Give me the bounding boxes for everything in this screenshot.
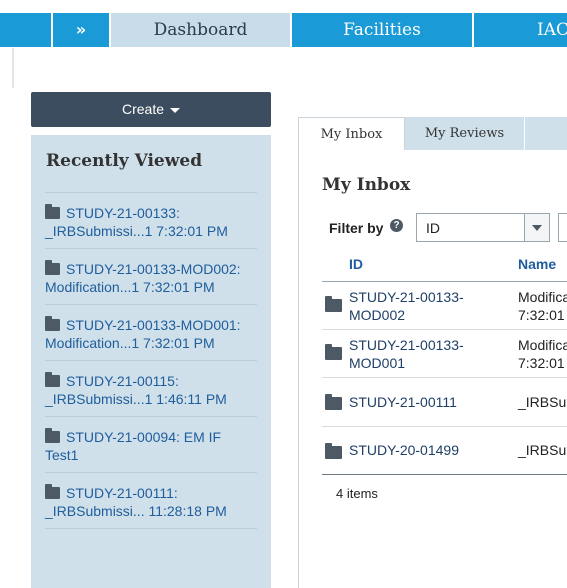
nav-tab-dashboard[interactable]: Dashboard: [111, 13, 290, 47]
recent-item-title: STUDY-21-00115:: [66, 373, 179, 389]
filter-text-input[interactable]: [558, 213, 567, 242]
folder-icon: [45, 428, 60, 443]
table-row-id[interactable]: STUDY-21-00133- MOD002: [349, 288, 464, 324]
tab-my-reviews[interactable]: My Reviews: [405, 117, 524, 150]
row-divider: [322, 426, 567, 427]
column-header-name[interactable]: Name: [518, 256, 556, 272]
folder-icon: [325, 394, 348, 414]
recent-item-subtitle: _IRBSubmissi...1 1:46:11 PM: [45, 391, 227, 407]
table-bottom-divider: [322, 474, 567, 475]
folder-icon: [45, 204, 60, 219]
recent-item-subtitle: _IRBSubmissi...1 7:32:01 PM: [45, 223, 228, 239]
create-button[interactable]: Create: [31, 92, 271, 127]
table-row-name: _IRBSu: [518, 442, 567, 458]
recent-item-subtitle: Modification...1 7:32:01 PM: [45, 279, 215, 295]
nav-left-cap: [0, 13, 51, 47]
folder-icon: [45, 484, 60, 499]
recent-item[interactable]: STUDY-21-00094: EM IF Test1: [45, 416, 257, 464]
nav-tab-facilities[interactable]: Facilities: [292, 13, 472, 47]
filter-label: Filter by: [329, 220, 384, 236]
folder-icon: [325, 443, 348, 463]
inbox-tabs: My Inbox My Reviews: [298, 117, 567, 150]
recent-item-subtitle: Modification...1 7:32:01 PM: [45, 335, 215, 351]
folder-icon: [45, 316, 60, 331]
folder-icon: [325, 296, 348, 316]
content-border: [298, 150, 299, 588]
row-divider: [322, 329, 567, 330]
expand-nav-button[interactable]: »: [53, 13, 109, 47]
row-divider: [322, 377, 567, 378]
left-divider: [12, 48, 14, 88]
recent-item-title: STUDY-21-00111:: [66, 485, 178, 501]
recent-list-divider: [45, 528, 257, 529]
top-nav-bar: » Dashboard Facilities IAC: [0, 0, 567, 48]
table-row-name: _IRBSu: [518, 394, 567, 410]
header-divider: [322, 281, 567, 282]
column-header-id[interactable]: ID: [349, 256, 363, 272]
page-title: My Inbox: [322, 175, 411, 195]
double-chevron-right-icon: »: [75, 20, 87, 39]
filter-select-value: ID: [426, 220, 440, 236]
recent-item[interactable]: STUDY-21-00133-MOD001: Modification...1 7…: [45, 304, 257, 352]
filter-by-select[interactable]: ID: [416, 213, 550, 242]
chevron-down-icon[interactable]: [524, 214, 549, 241]
recent-item[interactable]: STUDY-21-00111: _IRBSubmissi... 11:28:18 …: [45, 472, 257, 520]
recent-item-subtitle: Test1: [45, 447, 79, 463]
folder-icon: [45, 372, 60, 387]
recently-viewed-title: Recently Viewed: [46, 151, 203, 171]
tab-my-inbox[interactable]: My Inbox: [298, 117, 405, 150]
create-button-label: Create: [121, 101, 165, 117]
folder-icon: [45, 260, 60, 275]
recent-item[interactable]: STUDY-21-00115: _IRBSubmissi...1 1:46:11 …: [45, 360, 257, 408]
table-row-name: Modifica 7:32:01: [518, 337, 567, 371]
recent-item-title: STUDY-21-00094: EM IF: [66, 429, 222, 445]
items-count: 4 items: [336, 486, 378, 501]
table-row-name: Modifica 7:32:01: [518, 289, 567, 323]
tab-more[interactable]: [525, 117, 567, 150]
table-row-id[interactable]: STUDY-20-01499: [349, 441, 459, 459]
table-row-id[interactable]: STUDY-21-00133- MOD001: [349, 336, 464, 372]
folder-icon: [325, 344, 348, 364]
recent-item[interactable]: STUDY-21-00133-MOD002: Modification...1 7…: [45, 248, 257, 296]
recent-item-title: STUDY-21-00133-MOD001:: [66, 317, 241, 333]
caret-down-icon: [170, 107, 181, 113]
help-icon[interactable]: ?: [390, 219, 403, 232]
recent-item-title: STUDY-21-00133:: [66, 205, 180, 221]
recent-item-title: STUDY-21-00133-MOD002:: [66, 261, 241, 277]
nav-tab-iac[interactable]: IAC: [474, 13, 567, 47]
table-row-id[interactable]: STUDY-21-00111: [349, 393, 457, 411]
recent-item[interactable]: STUDY-21-00133: _IRBSubmissi...1 7:32:01 …: [45, 192, 257, 240]
recent-item-subtitle: _IRBSubmissi... 11:28:18 PM: [45, 503, 227, 519]
